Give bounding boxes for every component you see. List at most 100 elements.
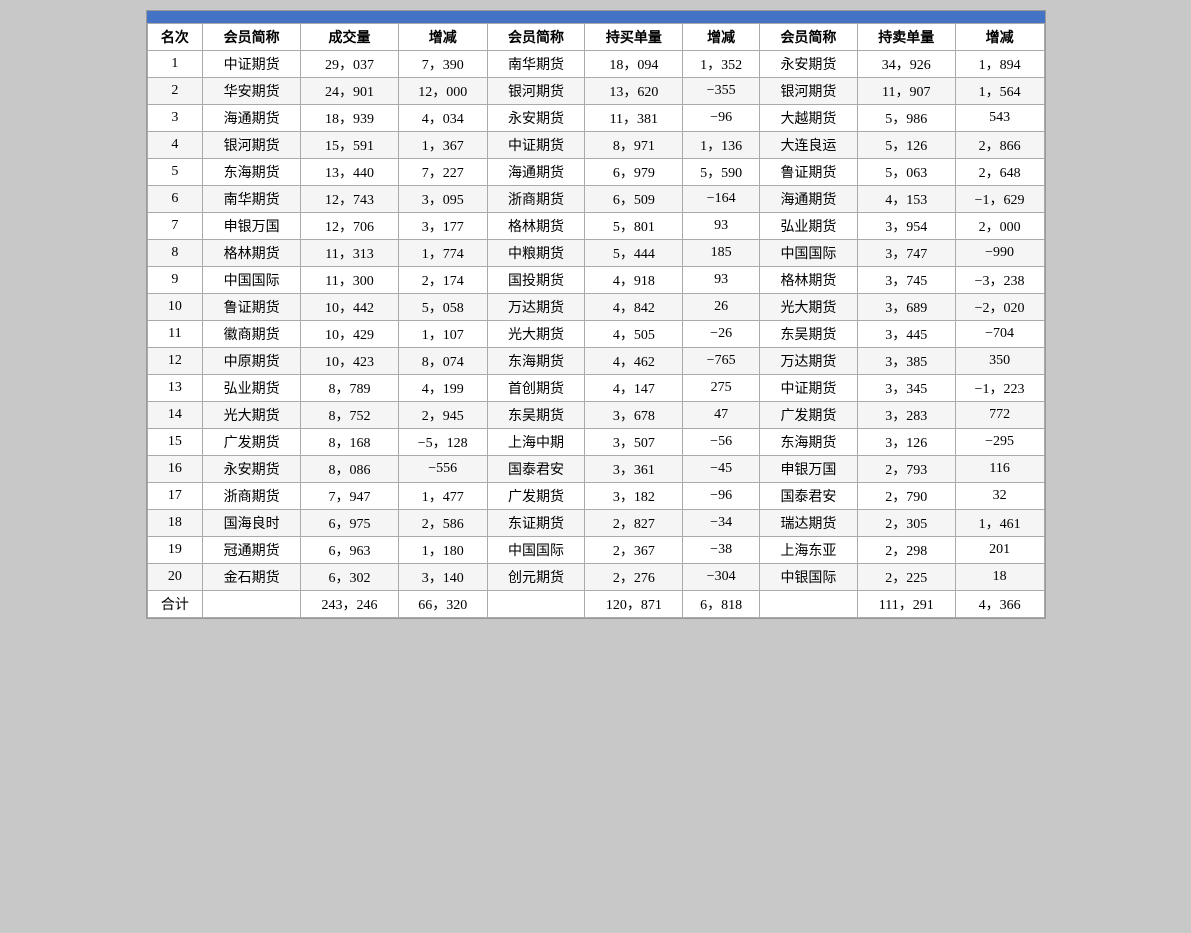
- table-row: 14光大期货8，7522，945东吴期货3，67847广发期货3，283772: [147, 402, 1044, 429]
- table-cell: 2，174: [398, 267, 487, 294]
- table-cell: 5，126: [857, 132, 955, 159]
- table-cell: 银河期货: [760, 78, 858, 105]
- table-cell: 1，352: [683, 51, 760, 78]
- table-cell: −96: [683, 105, 760, 132]
- table-cell: 4: [147, 132, 203, 159]
- table-cell: 广发期货: [760, 402, 858, 429]
- table-cell: 中银国际: [760, 564, 858, 591]
- table-cell: 11，300: [301, 267, 399, 294]
- table-cell: 万达期货: [487, 294, 585, 321]
- table-cell: 广发期货: [203, 429, 301, 456]
- table-row: 16永安期货8，086−556国泰君安3，361−45申银万国2，793116: [147, 456, 1044, 483]
- table-row: 12中原期货10，4238，074东海期货4，462−765万达期货3，3853…: [147, 348, 1044, 375]
- table-cell: 6: [147, 186, 203, 213]
- table-cell: 1，180: [398, 537, 487, 564]
- table-cell: 1，477: [398, 483, 487, 510]
- table-cell: 9: [147, 267, 203, 294]
- table-cell: 2，827: [585, 510, 683, 537]
- table-cell: 5，058: [398, 294, 487, 321]
- table-cell: 申银万国: [203, 213, 301, 240]
- table-cell: 2，586: [398, 510, 487, 537]
- table-cell: 2，866: [955, 132, 1044, 159]
- table-cell: 2，790: [857, 483, 955, 510]
- table-cell: 3，954: [857, 213, 955, 240]
- table-cell: 12，000: [398, 78, 487, 105]
- table-cell: 鲁证期货: [203, 294, 301, 321]
- table-row: 13弘业期货8，7894，199首创期货4，147275中证期货3，345−1，…: [147, 375, 1044, 402]
- table-cell: −26: [683, 321, 760, 348]
- table-cell: 18: [147, 510, 203, 537]
- table-cell: 772: [955, 402, 1044, 429]
- table-row: 6南华期货12，7433，095浙商期货6，509−164海通期货4，153−1…: [147, 186, 1044, 213]
- column-header: 持买单量: [585, 24, 683, 51]
- table-cell: 中粮期货: [487, 240, 585, 267]
- table-cell: 中证期货: [760, 375, 858, 402]
- table-cell: 国投期货: [487, 267, 585, 294]
- table-cell: 47: [683, 402, 760, 429]
- table-cell: 2，298: [857, 537, 955, 564]
- table-cell: −38: [683, 537, 760, 564]
- table-cell: 13，440: [301, 159, 399, 186]
- table-cell: 永安期货: [203, 456, 301, 483]
- table-cell: −56: [683, 429, 760, 456]
- table-cell: 26: [683, 294, 760, 321]
- footer-cell: 6，818: [683, 591, 760, 618]
- table-cell: 首创期货: [487, 375, 585, 402]
- table-cell: 18，094: [585, 51, 683, 78]
- table-cell: 中证期货: [203, 51, 301, 78]
- table-cell: 3，385: [857, 348, 955, 375]
- table-cell: 金石期货: [203, 564, 301, 591]
- table-cell: 1: [147, 51, 203, 78]
- table-cell: 6，979: [585, 159, 683, 186]
- table-cell: 7，947: [301, 483, 399, 510]
- table-cell: 永安期货: [487, 105, 585, 132]
- table-cell: 20: [147, 564, 203, 591]
- table-cell: 格林期货: [487, 213, 585, 240]
- table-cell: 6，509: [585, 186, 683, 213]
- column-header: 增减: [955, 24, 1044, 51]
- table-cell: 大连良运: [760, 132, 858, 159]
- table-cell: 10，423: [301, 348, 399, 375]
- table-cell: 3，689: [857, 294, 955, 321]
- table-cell: 浙商期货: [203, 483, 301, 510]
- table-cell: 3，678: [585, 402, 683, 429]
- table-cell: 5，063: [857, 159, 955, 186]
- table-cell: 2，305: [857, 510, 955, 537]
- table-cell: 3，126: [857, 429, 955, 456]
- table-cell: 浙商期货: [487, 186, 585, 213]
- table-cell: 东证期货: [487, 510, 585, 537]
- table-cell: 185: [683, 240, 760, 267]
- table-cell: 上海中期: [487, 429, 585, 456]
- table-cell: −990: [955, 240, 1044, 267]
- table-row: 5东海期货13，4407，227海通期货6，9795，590鲁证期货5，0632…: [147, 159, 1044, 186]
- column-header: 名次: [147, 24, 203, 51]
- table-cell: 4，462: [585, 348, 683, 375]
- table-cell: 4，034: [398, 105, 487, 132]
- table-cell: 永安期货: [760, 51, 858, 78]
- table-cell: 13: [147, 375, 203, 402]
- table-cell: 5，590: [683, 159, 760, 186]
- table-row: 8格林期货11，3131，774中粮期货5，444185中国国际3，747−99…: [147, 240, 1044, 267]
- column-header: 持卖单量: [857, 24, 955, 51]
- header-row: 名次会员简称成交量增减会员简称持买单量增减会员简称持卖单量增减: [147, 24, 1044, 51]
- table-cell: 8，971: [585, 132, 683, 159]
- table-cell: 1，564: [955, 78, 1044, 105]
- table-cell: 4，505: [585, 321, 683, 348]
- table-cell: 东海期货: [487, 348, 585, 375]
- table-cell: 中证期货: [487, 132, 585, 159]
- table-cell: −45: [683, 456, 760, 483]
- table-cell: 格林期货: [760, 267, 858, 294]
- table-cell: −355: [683, 78, 760, 105]
- table-cell: 3，182: [585, 483, 683, 510]
- table-cell: 3，747: [857, 240, 955, 267]
- table-cell: 10，442: [301, 294, 399, 321]
- table-cell: 11，381: [585, 105, 683, 132]
- table-cell: 3，445: [857, 321, 955, 348]
- column-header: 增减: [683, 24, 760, 51]
- table-row: 10鲁证期货10，4425，058万达期货4，84226光大期货3，689−2，…: [147, 294, 1044, 321]
- table-row: 15广发期货8，168−5，128上海中期3，507−56东海期货3，126−2…: [147, 429, 1044, 456]
- table-cell: 4，147: [585, 375, 683, 402]
- footer-cell: [203, 591, 301, 618]
- table-cell: 光大期货: [760, 294, 858, 321]
- table-cell: 广发期货: [487, 483, 585, 510]
